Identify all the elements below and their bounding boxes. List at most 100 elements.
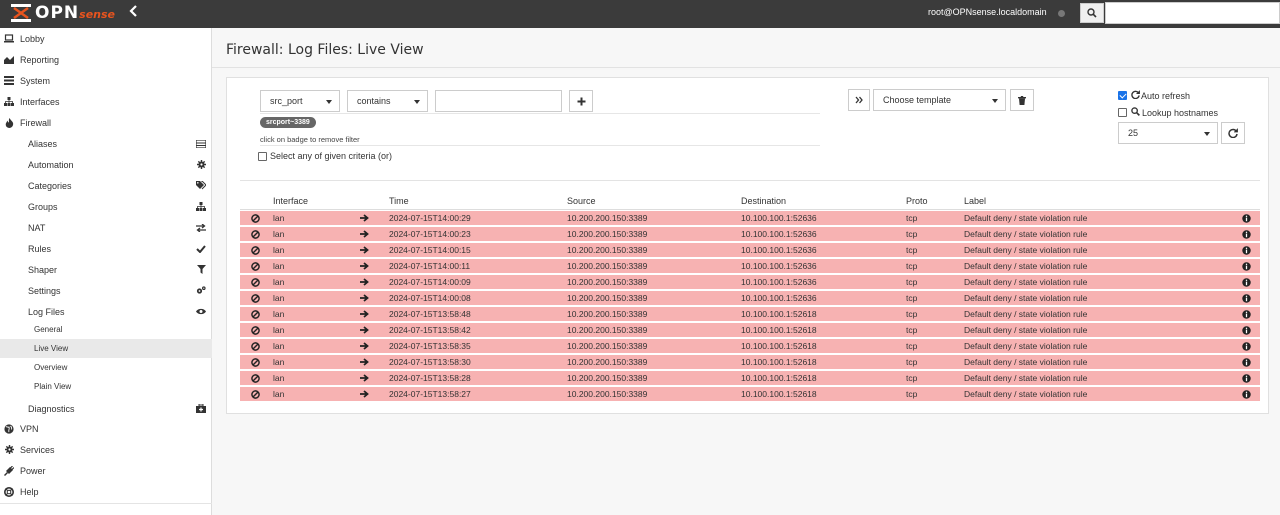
sidebar-item-help[interactable]: Help <box>0 481 212 502</box>
info-icon[interactable] <box>1241 261 1251 271</box>
cell-label: Default deny / state violation rule <box>964 277 1088 287</box>
table-row[interactable]: lan 2024-07-15T14:00:08 10.200.200.150:3… <box>240 291 1260 306</box>
cell-interface: lan <box>273 325 285 335</box>
info-icon[interactable] <box>1241 293 1251 303</box>
sidebar-item-overview[interactable]: Overview <box>0 358 212 377</box>
sidebar-item-live-view[interactable]: Live View <box>0 339 212 358</box>
cell-interface: lan <box>273 277 285 287</box>
search-button[interactable] <box>1080 3 1104 23</box>
cell-time: 2024-07-15T14:00:08 <box>389 293 471 303</box>
grid-header-divider <box>240 209 1260 210</box>
info-icon[interactable] <box>1241 309 1251 319</box>
cell-source: 10.200.200.150:3389 <box>567 245 648 255</box>
sidebar-item-power[interactable]: Power <box>0 460 212 481</box>
table-row[interactable]: lan 2024-07-15T13:58:48 10.200.200.150:3… <box>240 307 1260 322</box>
sidebar-item-general[interactable]: General <box>0 320 212 339</box>
caret-down-icon <box>992 99 998 103</box>
cell-interface: lan <box>273 213 285 223</box>
template-select[interactable]: Choose template <box>873 89 1006 111</box>
info-icon[interactable] <box>1241 245 1251 255</box>
cell-time: 2024-07-15T14:00:09 <box>389 277 471 287</box>
column-header-time[interactable]: Time <box>389 196 409 206</box>
table-row[interactable]: lan 2024-07-15T14:00:15 10.200.200.150:3… <box>240 243 1260 258</box>
search-icon <box>1131 107 1140 116</box>
expand-templates-button[interactable] <box>848 89 870 111</box>
info-icon[interactable] <box>1241 389 1251 399</box>
sidebar-item-services[interactable]: Services <box>0 439 212 460</box>
info-icon[interactable] <box>1241 341 1251 351</box>
sidebar-item-rules[interactable]: Rules <box>0 238 212 259</box>
table-row[interactable]: lan 2024-07-15T13:58:28 10.200.200.150:3… <box>240 371 1260 386</box>
cell-proto: tcp <box>906 261 918 271</box>
ban-icon <box>250 213 260 223</box>
sidebar-item-diagnostics[interactable]: Diagnostics <box>0 398 212 419</box>
sidebar-item-shaper[interactable]: Shaper <box>0 259 212 280</box>
info-icon[interactable] <box>1241 213 1251 223</box>
table-row[interactable]: lan 2024-07-15T14:00:23 10.200.200.150:3… <box>240 227 1260 242</box>
cell-label: Default deny / state violation rule <box>964 293 1088 303</box>
column-header-label[interactable]: Label <box>964 196 986 206</box>
info-icon[interactable] <box>1241 373 1251 383</box>
table-row[interactable]: lan 2024-07-15T14:00:29 10.200.200.150:3… <box>240 211 1260 226</box>
opnsense-logo[interactable]: OPNsense <box>10 2 115 24</box>
sidebar-item-vpn[interactable]: VPN <box>0 418 212 439</box>
column-header-interface[interactable]: Interface <box>273 196 308 206</box>
any-criteria-checkbox[interactable] <box>258 152 267 161</box>
table-row[interactable]: lan 2024-07-15T14:00:09 10.200.200.150:3… <box>240 275 1260 290</box>
sidebar-item-label: Log Files <box>28 306 65 317</box>
cell-destination: 10.100.100.1:52618 <box>741 373 817 383</box>
page-size-select[interactable]: 25 <box>1118 122 1218 144</box>
table-row[interactable]: lan 2024-07-15T13:58:27 10.200.200.150:3… <box>240 387 1260 402</box>
cell-source: 10.200.200.150:3389 <box>567 293 648 303</box>
search-input[interactable] <box>1105 2 1280 24</box>
sidebar-item-firewall[interactable]: Firewall <box>0 112 212 133</box>
delete-template-button[interactable] <box>1010 89 1034 111</box>
sidebar-item-settings[interactable]: Settings <box>0 280 212 301</box>
refresh-button[interactable] <box>1221 122 1245 144</box>
page-title: Firewall: Log Files: Live View <box>226 42 424 58</box>
sidebar-item-automation[interactable]: Automation <box>0 154 212 175</box>
sidebar-item-reporting[interactable]: Reporting <box>0 49 212 70</box>
filter-field-value: src_port <box>270 96 303 106</box>
cell-time: 2024-07-15T14:00:29 <box>389 213 471 223</box>
sidebar-item-log-files[interactable]: Log Files <box>0 301 212 322</box>
info-icon[interactable] <box>1241 229 1251 239</box>
filter-badge[interactable]: srcport~3389 <box>260 117 316 128</box>
cell-label: Default deny / state violation rule <box>964 357 1088 367</box>
ban-icon <box>250 309 260 319</box>
info-icon[interactable] <box>1241 325 1251 335</box>
filter-operator-select[interactable]: contains <box>347 90 428 112</box>
column-header-destination[interactable]: Destination <box>741 196 786 206</box>
lookup-hostnames-checkbox[interactable] <box>1118 108 1127 117</box>
table-row[interactable]: lan 2024-07-15T13:58:30 10.200.200.150:3… <box>240 355 1260 370</box>
sidebar-item-system[interactable]: System <box>0 70 212 91</box>
sidebar-item-label: NAT <box>28 222 46 233</box>
table-row[interactable]: lan 2024-07-15T13:58:35 10.200.200.150:3… <box>240 339 1260 354</box>
cell-time: 2024-07-15T14:00:23 <box>389 229 471 239</box>
sidebar-item-plain-view[interactable]: Plain View <box>0 377 212 396</box>
info-icon[interactable] <box>1241 277 1251 287</box>
sidebar-item-aliases[interactable]: Aliases <box>0 133 212 154</box>
sidebar-item-nat[interactable]: NAT <box>0 217 212 238</box>
sidebar-item-groups[interactable]: Groups <box>0 196 212 217</box>
sidebar-item-categories[interactable]: Categories <box>0 175 212 196</box>
sidebar-item-label: Help <box>20 486 39 497</box>
sidebar-item-lobby[interactable]: Lobby <box>0 28 212 49</box>
sidebar-collapse-button[interactable] <box>128 4 142 22</box>
column-header-proto[interactable]: Proto <box>906 196 928 206</box>
arrow-right-icon <box>359 325 369 335</box>
table-row[interactable]: lan 2024-07-15T14:00:11 10.200.200.150:3… <box>240 259 1260 274</box>
cell-source: 10.200.200.150:3389 <box>567 357 648 367</box>
filter-field-select[interactable]: src_port <box>260 90 340 112</box>
table-row[interactable]: lan 2024-07-15T13:58:42 10.200.200.150:3… <box>240 323 1260 338</box>
info-icon[interactable] <box>1241 357 1251 367</box>
cell-label: Default deny / state violation rule <box>964 261 1088 271</box>
fire-icon <box>4 117 14 128</box>
add-filter-button[interactable] <box>569 90 593 112</box>
user-menu[interactable]: root@OPNsense.localdomain <box>928 7 1047 17</box>
filter-value-input[interactable] <box>435 90 562 112</box>
column-header-source[interactable]: Source <box>567 196 596 206</box>
cell-proto: tcp <box>906 213 918 223</box>
sidebar-item-interfaces[interactable]: Interfaces <box>0 91 212 112</box>
auto-refresh-checkbox[interactable] <box>1118 91 1127 100</box>
